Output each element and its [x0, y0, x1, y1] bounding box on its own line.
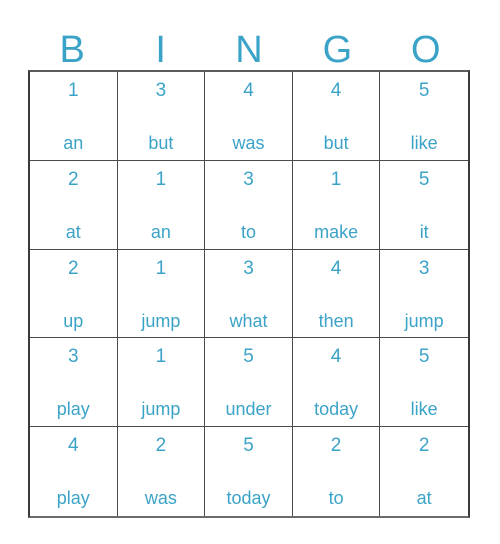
bingo-cell[interactable]: 5 like	[380, 338, 468, 428]
bingo-card: B I N G O 1 an 3 but 4 was 4 but 5 like …	[0, 0, 500, 544]
cell-word: today	[226, 488, 271, 509]
bingo-header-letter-b: B	[59, 29, 85, 71]
cell-number: 1	[155, 257, 167, 279]
cell-word: like	[410, 399, 438, 420]
cell-number: 2	[330, 435, 342, 457]
cell-word: was	[232, 133, 265, 153]
bingo-cell[interactable]: 4 but	[292, 72, 381, 161]
bingo-cell[interactable]: 4 today	[292, 338, 381, 428]
cell-number: 5	[418, 168, 430, 190]
cell-number: 2	[68, 257, 79, 279]
bingo-grid: 1 an 3 but 4 was 4 but 5 like 2 at 1 an	[28, 70, 470, 518]
cell-word: at	[65, 221, 81, 242]
cell-word: an	[63, 133, 84, 153]
cell-number: 4	[68, 435, 79, 457]
cell-word: up	[63, 310, 84, 331]
cell-word: what	[229, 310, 268, 331]
cell-word: under	[225, 399, 272, 420]
cell-number: 5	[418, 80, 430, 101]
bingo-cell[interactable]: 3 but	[117, 72, 206, 161]
cell-number: 1	[330, 168, 342, 190]
cell-number: 1	[68, 80, 79, 101]
cell-number: 4	[330, 80, 342, 101]
bingo-cell[interactable]: 3 play	[30, 338, 118, 428]
cell-word: but	[323, 133, 349, 153]
bingo-header-letter-i: I	[155, 29, 166, 71]
cell-number: 3	[243, 168, 254, 190]
cell-number: 3	[243, 257, 254, 279]
cell-number: 2	[68, 168, 79, 190]
bingo-cell[interactable]: 5 under	[205, 338, 293, 428]
bingo-cell[interactable]: 1 an	[30, 72, 118, 161]
cell-word: play	[56, 488, 90, 509]
bingo-cell[interactable]: 5 today	[205, 427, 293, 516]
cell-number: 2	[418, 435, 430, 457]
bingo-cell[interactable]: 5 it	[380, 160, 468, 250]
cell-word: it	[419, 221, 429, 242]
cell-number: 4	[243, 80, 254, 101]
cell-number: 3	[68, 346, 79, 368]
bingo-header-letter-g: G	[322, 29, 353, 71]
cell-word: today	[314, 399, 359, 420]
cell-word: jump	[141, 399, 181, 420]
cell-word: jump	[404, 310, 444, 331]
cell-word: was	[144, 488, 177, 509]
cell-number: 3	[155, 80, 167, 101]
bingo-header-row: B I N G O	[28, 18, 470, 70]
cell-number: 5	[243, 435, 254, 457]
cell-word: then	[318, 310, 354, 331]
bingo-cell[interactable]: 2 to	[292, 427, 381, 516]
bingo-cell[interactable]: 2 up	[30, 249, 118, 339]
cell-number: 4	[330, 346, 342, 368]
bingo-cell[interactable]: 2 at	[380, 427, 468, 516]
cell-number: 1	[155, 346, 167, 368]
bingo-cell[interactable]: 1 jump	[117, 338, 206, 428]
bingo-cell[interactable]: 3 to	[205, 160, 293, 250]
cell-word: jump	[141, 310, 181, 331]
bingo-cell[interactable]: 5 like	[380, 72, 468, 161]
cell-number: 2	[155, 435, 167, 457]
bingo-cell[interactable]: 3 what	[205, 249, 293, 339]
bingo-cell[interactable]: 2 was	[117, 427, 206, 516]
cell-number: 1	[155, 168, 167, 190]
bingo-cell[interactable]: 4 was	[205, 72, 293, 161]
bingo-cell[interactable]: 2 at	[30, 160, 118, 250]
bingo-header-letter-n: N	[235, 29, 263, 71]
cell-word: make	[314, 221, 359, 242]
cell-word: at	[416, 488, 432, 509]
cell-word: to	[328, 488, 344, 509]
cell-number: 5	[418, 346, 430, 368]
bingo-cell[interactable]: 4 then	[292, 249, 381, 339]
cell-word: play	[56, 399, 90, 420]
cell-number: 3	[418, 257, 430, 279]
bingo-cell[interactable]: 1 make	[292, 160, 381, 250]
bingo-cell[interactable]: 4 play	[30, 427, 118, 516]
bingo-cell[interactable]: 1 an	[117, 160, 206, 250]
bingo-header-letter-o: O	[411, 29, 441, 71]
cell-word: like	[410, 133, 438, 153]
cell-number: 4	[330, 257, 342, 279]
cell-number: 5	[243, 346, 254, 368]
cell-word: but	[148, 133, 174, 153]
cell-word: to	[240, 221, 256, 242]
bingo-cell[interactable]: 1 jump	[117, 249, 206, 339]
bingo-cell[interactable]: 3 jump	[380, 249, 468, 339]
cell-word: an	[150, 221, 171, 242]
